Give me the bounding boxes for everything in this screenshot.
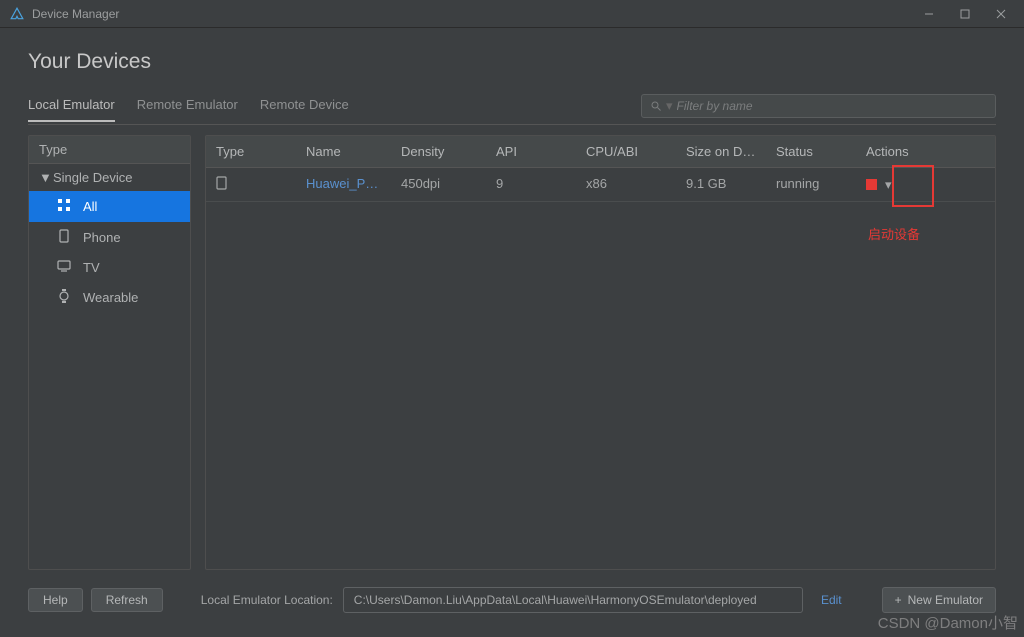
- location-label: Local Emulator Location:: [201, 593, 333, 607]
- sidebar: Type ▼ Single Device All Phone TV Wearab…: [28, 135, 191, 570]
- table-header: Type Name Density API CPU/ABI Size on Di…: [206, 136, 995, 168]
- stop-button[interactable]: [866, 179, 877, 190]
- all-icon: [57, 198, 71, 215]
- titlebar-left: Device Manager: [10, 7, 119, 21]
- help-button[interactable]: Help: [28, 588, 83, 612]
- page-title: Your Devices: [28, 50, 996, 74]
- refresh-button[interactable]: Refresh: [91, 588, 163, 612]
- phone-icon: [216, 176, 227, 190]
- window-controls: [912, 3, 1018, 25]
- watermark: CSDN @Damon小智: [878, 612, 1018, 633]
- search-divider: ▾: [666, 98, 673, 114]
- tab-remote-device[interactable]: Remote Device: [260, 97, 349, 121]
- th-cpu[interactable]: CPU/ABI: [576, 136, 676, 167]
- location-path: C:\Users\Damon.Liu\AppData\Local\Huawei\…: [343, 587, 803, 613]
- sidebar-item-label: TV: [83, 260, 100, 275]
- body-row: Type ▼ Single Device All Phone TV Wearab…: [28, 135, 996, 570]
- search-icon: [650, 100, 662, 112]
- sidebar-item-label: All: [83, 199, 97, 214]
- sidebar-item-tv[interactable]: TV: [29, 253, 190, 282]
- tv-icon: [57, 260, 71, 275]
- tab-local-emulator[interactable]: Local Emulator: [28, 97, 115, 122]
- cell-density: 450dpi: [391, 168, 486, 201]
- tab-remote-emulator[interactable]: Remote Emulator: [137, 97, 238, 121]
- th-status[interactable]: Status: [766, 136, 856, 167]
- minimize-button[interactable]: [912, 3, 946, 25]
- edit-location-link[interactable]: Edit: [821, 593, 842, 607]
- search-input[interactable]: [677, 99, 987, 113]
- phone-icon: [57, 229, 71, 246]
- close-button[interactable]: [984, 3, 1018, 25]
- footer: Help Refresh Local Emulator Location: C:…: [28, 587, 996, 613]
- new-emulator-label: New Emulator: [908, 593, 983, 607]
- titlebar-title: Device Manager: [32, 7, 119, 21]
- sidebar-header: Type: [29, 136, 190, 164]
- cell-disk: 9.1 GB: [676, 168, 766, 201]
- app-logo-icon: [10, 7, 24, 21]
- cell-actions: ▾: [856, 168, 995, 201]
- tabs: Local Emulator Remote Emulator Remote De…: [28, 97, 349, 121]
- cell-api: 9: [486, 168, 576, 201]
- wearable-icon: [57, 289, 71, 306]
- footer-left: Help Refresh: [28, 588, 163, 612]
- titlebar: Device Manager: [0, 0, 1024, 28]
- cell-type: [206, 168, 296, 201]
- new-emulator-button[interactable]: + New Emulator: [882, 587, 996, 613]
- th-actions[interactable]: Actions: [856, 136, 995, 167]
- plus-icon: +: [895, 593, 902, 607]
- sidebar-item-label: Phone: [83, 230, 121, 245]
- th-type[interactable]: Type: [206, 136, 296, 167]
- cell-status: running: [766, 168, 856, 201]
- maximize-button[interactable]: [948, 3, 982, 25]
- sidebar-group-single-device[interactable]: ▼ Single Device: [29, 164, 190, 191]
- sidebar-item-wearable[interactable]: Wearable: [29, 282, 190, 313]
- sidebar-item-label: Wearable: [83, 290, 138, 305]
- th-density[interactable]: Density: [391, 136, 486, 167]
- sidebar-item-phone[interactable]: Phone: [29, 222, 190, 253]
- th-disk[interactable]: Size on Disk: [676, 136, 766, 167]
- sidebar-item-all[interactable]: All: [29, 191, 190, 222]
- tabs-row: Local Emulator Remote Emulator Remote De…: [28, 94, 996, 125]
- table-row[interactable]: Huawei_Ph... 450dpi 9 x86 9.1 GB running…: [206, 168, 995, 202]
- device-table: Type Name Density API CPU/ABI Size on Di…: [205, 135, 996, 570]
- content: Your Devices Local Emulator Remote Emula…: [0, 28, 1024, 570]
- search-field[interactable]: ▾: [641, 94, 996, 118]
- annotation-text: 启动设备: [868, 224, 920, 243]
- chevron-down-icon[interactable]: ▾: [885, 177, 892, 193]
- chevron-down-icon: ▼: [39, 170, 47, 185]
- sidebar-group-label: Single Device: [53, 170, 133, 185]
- th-api[interactable]: API: [486, 136, 576, 167]
- cell-name[interactable]: Huawei_Ph...: [296, 168, 391, 201]
- cell-cpu: x86: [576, 168, 676, 201]
- th-name[interactable]: Name: [296, 136, 391, 167]
